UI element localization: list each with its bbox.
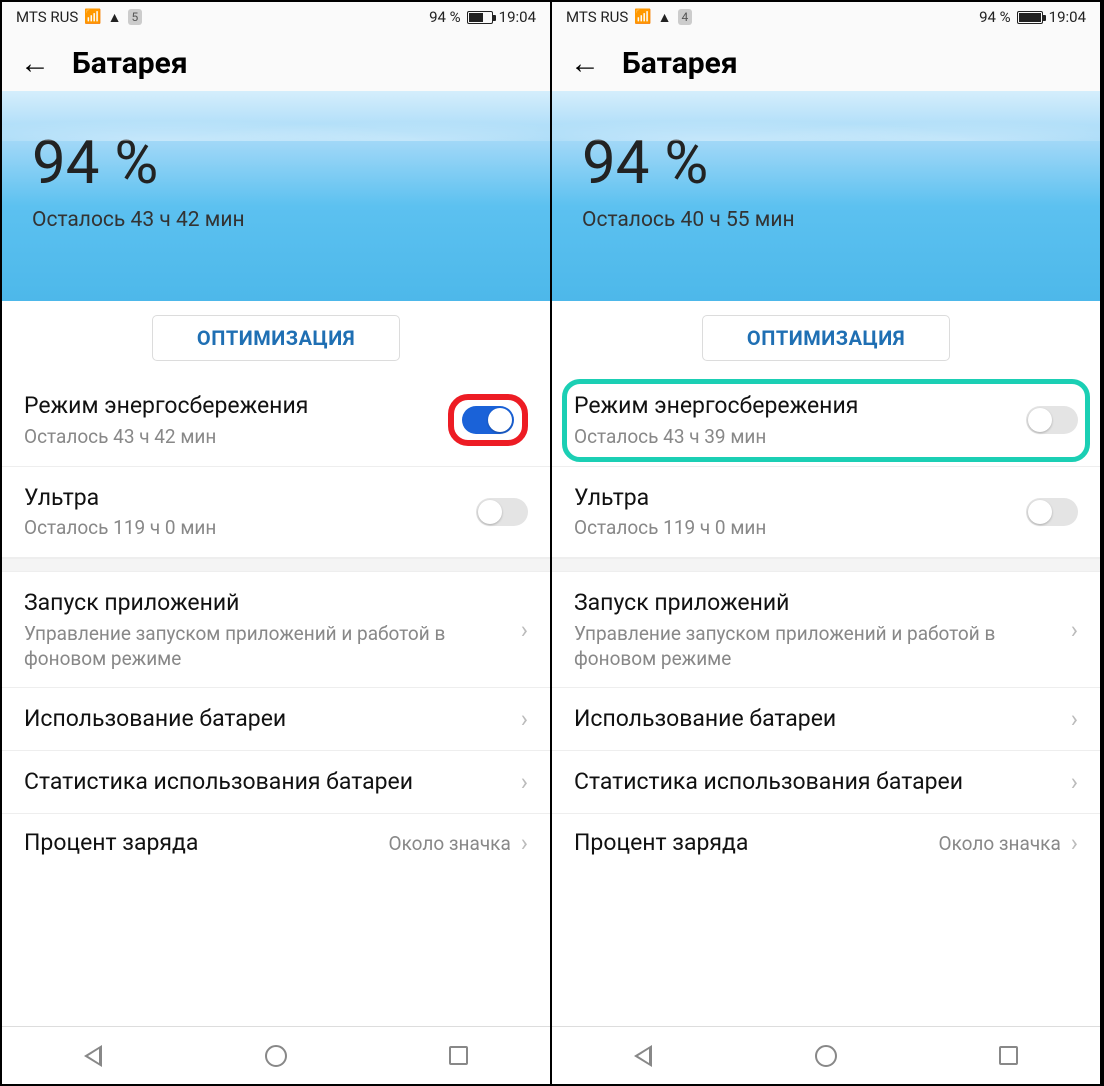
power-save-row[interactable]: Режим энергосбережения Осталось 43 ч 42 …	[2, 375, 550, 467]
ultra-sub: Осталось 119 ч 0 мин	[574, 516, 1026, 541]
percent-title: Процент заряда	[574, 828, 748, 858]
battery-stats-row[interactable]: Статистика использования батареи ›	[552, 751, 1100, 814]
battery-usage-row[interactable]: Использование батареи ›	[552, 688, 1100, 751]
percent-value: Около значка	[939, 832, 1061, 855]
battery-hero: 94 % Осталось 40 ч 55 мин	[552, 91, 1100, 301]
battery-level: 94 %	[582, 127, 1070, 198]
usage-title: Использование батареи	[574, 704, 1071, 734]
clock-label: 19:04	[499, 8, 536, 26]
battery-percent-label: 94 %	[429, 8, 461, 26]
power-save-sub: Осталось 43 ч 39 мин	[574, 425, 1026, 450]
battery-percent-label: 94 %	[979, 8, 1011, 26]
power-save-title: Режим энергосбережения	[574, 391, 1026, 421]
wifi-icon: ▲	[108, 9, 122, 26]
ultra-toggle[interactable]	[1026, 498, 1078, 526]
nav-recent-button[interactable]	[996, 1043, 1022, 1069]
percent-display-row[interactable]: Процент заряда Около значка ›	[552, 814, 1100, 858]
apps-launch-row[interactable]: Запуск приложений Управление запуском пр…	[552, 572, 1100, 688]
signal-icon: 📶	[84, 9, 101, 25]
battery-hero: 94 % Осталось 43 ч 42 мин	[2, 91, 550, 301]
ultra-title: Ультра	[574, 483, 1026, 513]
phone-left: MTS RUS 📶 ▲ 5 94 % 19:04 ← Батарея 94 % …	[2, 2, 552, 1084]
back-arrow-icon[interactable]: ←	[20, 49, 50, 79]
time-remaining: Осталось 40 ч 55 мин	[582, 208, 1070, 232]
time-remaining: Осталось 43 ч 42 мин	[32, 208, 520, 232]
apps-launch-row[interactable]: Запуск приложений Управление запуском пр…	[2, 572, 550, 688]
ultra-row[interactable]: Ультра Осталось 119 ч 0 мин	[2, 467, 550, 559]
percent-display-row[interactable]: Процент заряда Около значка ›	[2, 814, 550, 858]
percent-title: Процент заряда	[24, 828, 198, 858]
header: ← Батарея	[552, 32, 1100, 91]
apps-title: Запуск приложений	[24, 588, 521, 618]
power-save-sub: Осталось 43 ч 42 мин	[24, 425, 448, 450]
page-title: Батарея	[72, 46, 188, 81]
usage-title: Использование батареи	[24, 704, 521, 734]
ultra-toggle[interactable]	[476, 498, 528, 526]
wifi-icon: ▲	[658, 9, 672, 26]
chevron-right-icon: ›	[1071, 829, 1078, 857]
status-bar: MTS RUS 📶 ▲ 5 94 % 19:04	[2, 2, 550, 32]
battery-usage-row[interactable]: Использование батареи ›	[2, 688, 550, 751]
chevron-right-icon: ›	[1071, 768, 1078, 796]
carrier-label: MTS RUS	[566, 8, 628, 26]
nav-bar	[2, 1026, 550, 1084]
status-bar: MTS RUS 📶 ▲ 4 94 % 19:04	[552, 2, 1100, 32]
carrier-label: MTS RUS	[16, 8, 78, 26]
apps-title: Запуск приложений	[574, 588, 1071, 618]
clock-label: 19:04	[1049, 8, 1086, 26]
nav-home-button[interactable]	[813, 1043, 839, 1069]
annotation-highlight-red	[448, 394, 528, 446]
page-title: Батарея	[622, 46, 738, 81]
power-save-toggle[interactable]	[1026, 406, 1078, 434]
apps-sub: Управление запуском приложений и работой…	[574, 622, 1071, 671]
percent-value: Около значка	[389, 832, 511, 855]
power-save-title: Режим энергосбережения	[24, 391, 448, 421]
nav-recent-button[interactable]	[446, 1043, 472, 1069]
optimize-button[interactable]: ОПТИМИЗАЦИЯ	[152, 315, 400, 361]
header: ← Батарея	[2, 32, 550, 91]
notification-count: 4	[678, 9, 693, 25]
battery-level: 94 %	[32, 127, 520, 198]
signal-icon: 📶	[634, 9, 651, 25]
optimize-button[interactable]: ОПТИМИЗАЦИЯ	[702, 315, 950, 361]
power-save-row[interactable]: Режим энергосбережения Осталось 43 ч 39 …	[552, 375, 1100, 467]
stats-title: Статистика использования батареи	[574, 767, 1071, 797]
battery-stats-row[interactable]: Статистика использования батареи ›	[2, 751, 550, 814]
power-save-toggle[interactable]	[462, 406, 514, 434]
chevron-right-icon: ›	[1071, 616, 1078, 644]
ultra-sub: Осталось 119 ч 0 мин	[24, 516, 476, 541]
battery-icon	[467, 11, 493, 24]
chevron-right-icon: ›	[1071, 705, 1078, 733]
battery-icon	[1017, 11, 1043, 24]
chevron-right-icon: ›	[521, 829, 528, 857]
chevron-right-icon: ›	[521, 705, 528, 733]
apps-sub: Управление запуском приложений и работой…	[24, 622, 521, 671]
section-divider	[552, 558, 1100, 572]
ultra-title: Ультра	[24, 483, 476, 513]
nav-back-button[interactable]	[630, 1043, 656, 1069]
nav-home-button[interactable]	[263, 1043, 289, 1069]
chevron-right-icon: ›	[521, 768, 528, 796]
section-divider	[2, 558, 550, 572]
phone-right: MTS RUS 📶 ▲ 4 94 % 19:04 ← Батарея 94 % …	[552, 2, 1102, 1084]
back-arrow-icon[interactable]: ←	[570, 49, 600, 79]
ultra-row[interactable]: Ультра Осталось 119 ч 0 мин	[552, 467, 1100, 559]
nav-back-button[interactable]	[80, 1043, 106, 1069]
chevron-right-icon: ›	[521, 616, 528, 644]
notification-count: 5	[128, 9, 143, 25]
nav-bar	[552, 1026, 1100, 1084]
stats-title: Статистика использования батареи	[24, 767, 521, 797]
